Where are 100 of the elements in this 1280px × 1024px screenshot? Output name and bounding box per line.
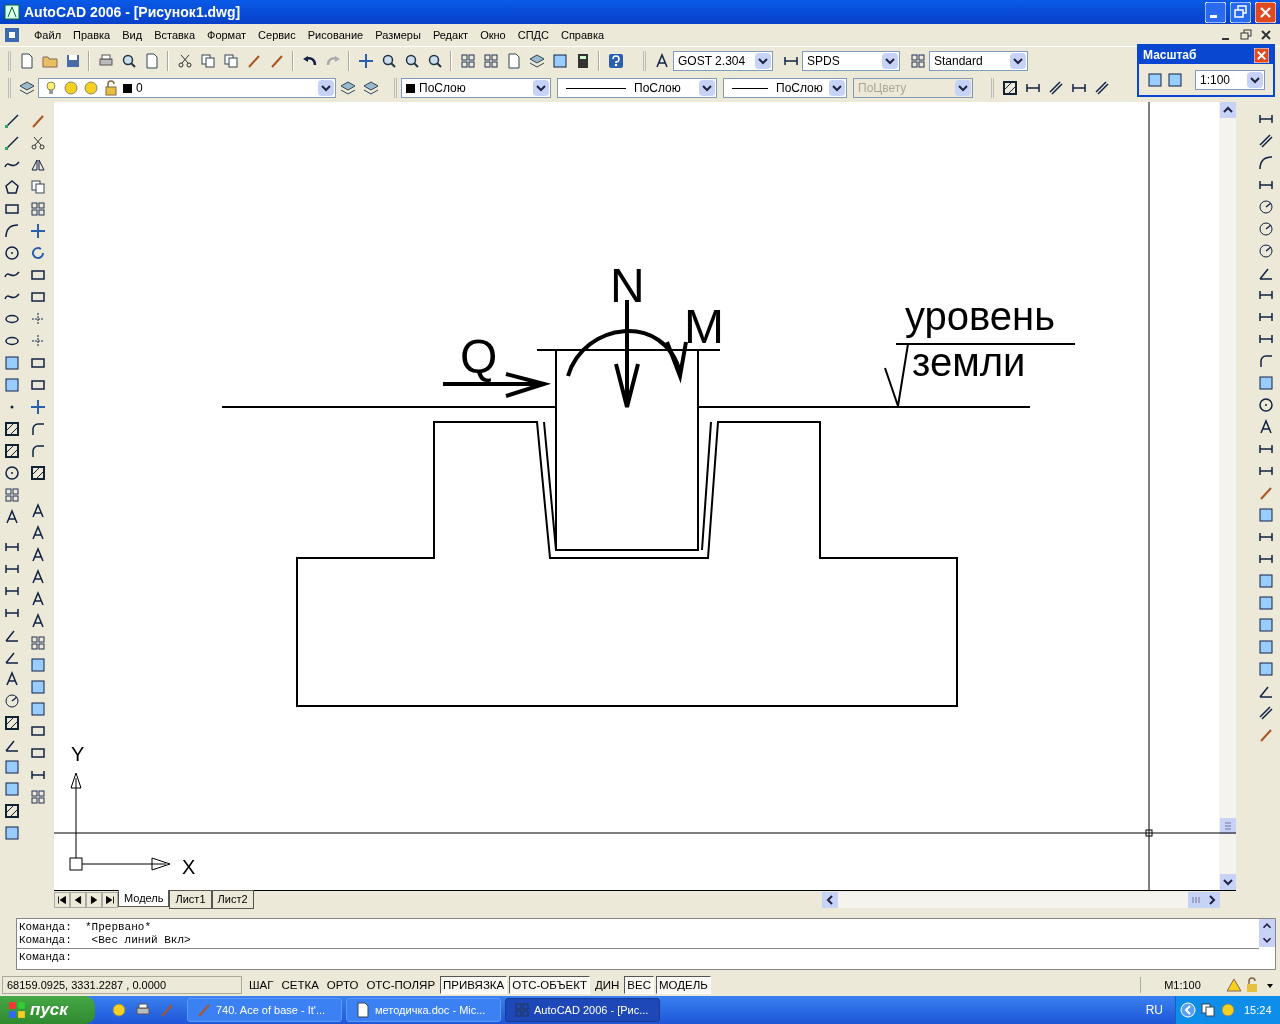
arrow-down-icon[interactable] [1219, 874, 1236, 890]
nav-first-icon[interactable] [54, 891, 70, 908]
magnifier-icon[interactable] [426, 52, 443, 69]
block-icon[interactable] [1258, 375, 1274, 391]
block-icon[interactable] [4, 377, 20, 393]
ground-level-mark[interactable] [884, 343, 1076, 407]
nav-prev-icon[interactable] [70, 891, 86, 908]
status-toggle[interactable]: ДИН [591, 976, 623, 994]
magnifier-icon[interactable] [403, 52, 420, 69]
block-icon[interactable] [1258, 595, 1274, 611]
magnifier-icon[interactable] [380, 52, 397, 69]
rectangle-icon[interactable] [30, 723, 46, 739]
drawing-label[interactable]: земли [912, 340, 1026, 384]
restore-icon[interactable] [1230, 1, 1251, 23]
radius-icon[interactable] [4, 693, 20, 709]
menu-item[interactable]: Вид [116, 26, 149, 44]
text-tool-icon[interactable] [4, 671, 20, 687]
block-icon[interactable] [30, 657, 46, 673]
hatch-icon[interactable] [4, 803, 20, 819]
layout-tab[interactable]: Лист1 [169, 890, 212, 909]
line-icon[interactable] [4, 113, 20, 129]
menu-item[interactable]: Файл [28, 26, 68, 44]
hatch-icon[interactable] [4, 443, 20, 459]
restore-icon[interactable] [1238, 27, 1254, 43]
layers-icon[interactable] [339, 80, 356, 96]
rectangle-icon[interactable] [30, 267, 46, 283]
nav-last-icon[interactable] [102, 891, 118, 908]
block-icon[interactable] [30, 701, 46, 717]
radius-icon[interactable] [1258, 199, 1274, 215]
status-toggle[interactable]: СЕТКА [278, 976, 322, 994]
document-icon[interactable] [18, 52, 35, 69]
scale-dropdown[interactable]: 1:100 [1195, 69, 1265, 90]
drawing-label[interactable]: Q [460, 330, 498, 383]
document-app-icon[interactable] [4, 27, 20, 43]
status-toggle[interactable]: ПРИВЯЗКА [440, 976, 508, 994]
move-arrows-icon[interactable] [30, 223, 46, 239]
block-icon[interactable] [4, 825, 20, 841]
menu-item[interactable]: Справка [554, 26, 611, 44]
block-icon[interactable] [4, 759, 20, 775]
scissors-icon[interactable] [176, 52, 193, 69]
block-icon[interactable] [551, 52, 568, 69]
text-tool-icon[interactable] [30, 591, 46, 607]
text-tool-icon[interactable] [30, 525, 46, 541]
text-tool-icon[interactable] [4, 509, 20, 525]
text-tool-icon[interactable] [30, 503, 46, 519]
moment-arrow[interactable] [566, 329, 688, 384]
block-icon[interactable] [1258, 617, 1274, 633]
document-icon[interactable] [143, 52, 160, 69]
drawing-label[interactable]: N [610, 259, 645, 312]
radius-icon[interactable] [1258, 243, 1274, 259]
column-outline[interactable] [536, 349, 721, 551]
radius-icon[interactable] [1258, 221, 1274, 237]
text-tool-icon[interactable] [30, 569, 46, 585]
drawing-label[interactable]: M [684, 300, 724, 353]
diagonal-dimension-icon[interactable] [1258, 705, 1274, 721]
diagonal-dimension-icon[interactable] [1047, 80, 1064, 96]
close-icon[interactable] [1254, 47, 1269, 63]
layer-dropdown[interactable]: 0 [38, 78, 336, 98]
padlock-icon[interactable] [1244, 977, 1260, 993]
menu-item[interactable]: СПДС [511, 26, 555, 44]
diagonal-dimension-icon[interactable] [1093, 80, 1110, 96]
block-icon[interactable] [1258, 661, 1274, 677]
diagonal-dimension-icon[interactable] [1258, 133, 1274, 149]
text-tool-icon[interactable] [30, 613, 46, 629]
dimension-style-dropdown[interactable]: SPDS [802, 50, 900, 71]
warning-icon[interactable] [1226, 977, 1242, 993]
scroll-thumb-icon[interactable] [1187, 891, 1204, 908]
arrow-up-icon[interactable] [1219, 102, 1236, 118]
foundation-outline[interactable] [296, 421, 958, 707]
grid-icon[interactable] [30, 789, 46, 805]
taskbar-button[interactable]: методичка.doc - Mic... [346, 998, 501, 1022]
lineweight-dropdown[interactable]: ПоСлою [723, 78, 847, 98]
mirror-icon[interactable] [30, 157, 46, 173]
color-dropdown[interactable]: ПоСлою [401, 78, 551, 98]
arc-icon[interactable] [1258, 155, 1274, 171]
text-style-dropdown[interactable]: GOST 2.304 [673, 50, 773, 71]
layers-icon[interactable] [528, 52, 545, 69]
taskbar-button[interactable]: 740. Ace of base - It'... [187, 998, 342, 1022]
menu-item[interactable]: Сервис [252, 26, 302, 44]
menu-item[interactable]: Рисование [301, 26, 370, 44]
block-icon[interactable] [1147, 71, 1163, 88]
circle-icon[interactable] [4, 245, 20, 261]
menu-item[interactable]: Вставка [148, 26, 201, 44]
layout-tab[interactable]: Лист2 [211, 890, 254, 909]
brush-icon[interactable] [1258, 485, 1274, 501]
status-toggle[interactable]: ОТС-ПОЛЯР [363, 976, 439, 994]
status-toggle[interactable]: ОРТО [323, 976, 362, 994]
fillet-icon[interactable] [30, 443, 46, 459]
start-button[interactable]: пуск [0, 996, 95, 1024]
normal-force-arrow[interactable] [614, 300, 640, 409]
nav-next-icon[interactable] [86, 891, 102, 908]
grid-icon[interactable] [909, 52, 926, 69]
sun-icon[interactable] [111, 1002, 127, 1018]
move-arrows-icon[interactable] [357, 52, 374, 69]
document-icon[interactable] [505, 52, 522, 69]
block-icon[interactable] [1258, 573, 1274, 589]
text-tool-icon[interactable] [653, 52, 670, 69]
command-prompt[interactable]: Команда: [17, 949, 1259, 966]
grid-icon[interactable] [30, 635, 46, 651]
scissors-icon[interactable] [30, 135, 46, 151]
